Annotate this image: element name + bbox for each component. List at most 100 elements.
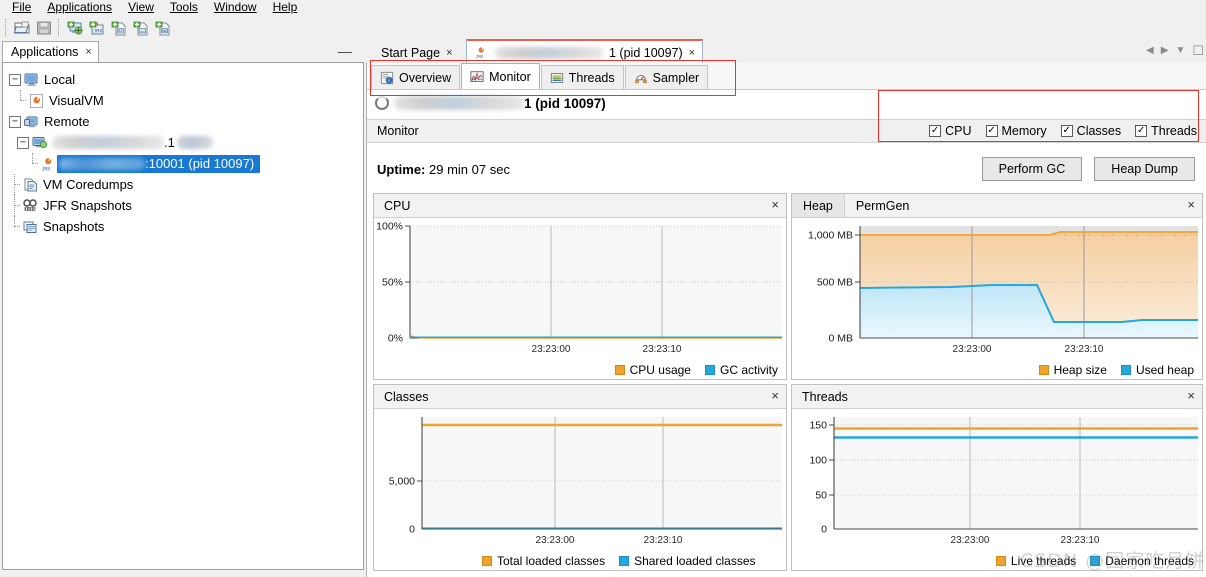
tab-sampler[interactable]: Sampler: [624, 65, 709, 89]
checkbox-cpu-label: CPU: [945, 124, 972, 138]
xtick-cpu-1: 23:23:00: [532, 344, 571, 355]
add-heap-dump-button[interactable]: [131, 18, 151, 38]
ytick-classes-0: 0: [409, 524, 415, 536]
checkbox-classes[interactable]: ✓ Classes: [1060, 124, 1122, 138]
heap-dump-button[interactable]: Heap Dump: [1094, 157, 1195, 181]
add-jmx-connection-icon: JMX: [89, 21, 104, 34]
threads-icon: [550, 71, 564, 85]
legend-swatch-blue: [619, 556, 630, 566]
tree-item-visualvm[interactable]: VisualVM: [5, 90, 363, 111]
uptime-value: 29 min 07 sec: [429, 161, 510, 177]
jmx-icon: JMX: [40, 156, 57, 172]
menu-item-window[interactable]: Window: [206, 0, 265, 15]
menu-item-help[interactable]: Help: [265, 0, 306, 15]
tree-item-jmx-application[interactable]: JMX :10001 (pid 10097): [5, 153, 363, 174]
legend-item-used-heap[interactable]: Used heap: [1120, 363, 1194, 377]
chart-tab-heap[interactable]: Heap: [792, 194, 845, 217]
tab-overview-label: Overview: [399, 70, 452, 85]
tab-threads[interactable]: Threads: [540, 65, 624, 89]
tab-applications[interactable]: Applications ×: [2, 41, 99, 62]
scroll-left-icon[interactable]: ◀: [1146, 45, 1154, 56]
tree-item-remote-host[interactable]: − .1: [5, 132, 363, 153]
checkbox-threads-box[interactable]: ✓: [1135, 125, 1148, 137]
close-icon[interactable]: ×: [771, 389, 779, 402]
expand-toggle-icon[interactable]: −: [17, 136, 29, 149]
legend-item-total-loaded-classes[interactable]: Total loaded classes: [482, 554, 605, 568]
svg-text:JMX: JMX: [42, 166, 51, 172]
tree-item-local[interactable]: − Local: [5, 69, 363, 90]
menu-item-applications[interactable]: Applications: [39, 0, 120, 15]
tree-item-local-label: Local: [44, 72, 76, 87]
menu-bar: File Applications View Tools Window Help: [0, 0, 1206, 15]
tab-overview[interactable]: i Overview: [371, 65, 461, 89]
add-remote-host-button[interactable]: [65, 18, 85, 38]
ytick-classes-5000: 5,000: [389, 476, 415, 488]
close-icon[interactable]: ×: [1187, 389, 1195, 402]
menu-item-file-label: File: [12, 0, 32, 14]
tree-selection[interactable]: :10001 (pid 10097): [57, 154, 261, 173]
tree-item-jfr-snapshots[interactable]: JFR Snapshots: [5, 195, 363, 216]
tab-monitor[interactable]: Monitor: [461, 63, 540, 89]
visualvm-icon: [28, 93, 45, 109]
checkbox-memory-box[interactable]: ✓: [985, 125, 998, 137]
chart-legend-classes: Total loaded classes Shared loaded class…: [482, 554, 756, 568]
tab-jmx-application[interactable]: JMX 1 (pid 10097) ×: [466, 39, 704, 64]
checkbox-classes-box[interactable]: ✓: [1060, 125, 1073, 137]
ytick-threads-50: 50: [815, 490, 827, 502]
legend-item-shared-loaded-classes[interactable]: Shared loaded classes: [619, 554, 756, 568]
legend-item-heap-size[interactable]: Heap size: [1038, 363, 1107, 377]
xtick-cpu-2: 23:23:10: [643, 344, 682, 355]
open-file-button[interactable]: [12, 18, 32, 38]
menu-item-view[interactable]: View: [120, 0, 162, 15]
uptime-text: Uptime: 29 min 07 sec: [377, 162, 510, 177]
application-header: 1 (pid 10097): [367, 90, 1206, 116]
tree-item-visualvm-label: VisualVM: [49, 93, 104, 108]
close-icon[interactable]: ×: [771, 198, 779, 211]
checkbox-memory-label: Memory: [1001, 124, 1047, 138]
chart-body-classes: 5,000 0 23:23:00 23:23:10 Total loaded c…: [374, 409, 786, 571]
chart-header-threads: Threads ×: [792, 385, 1202, 409]
scroll-right-icon[interactable]: ▶: [1161, 45, 1169, 56]
minimize-icon[interactable]: —: [338, 43, 352, 59]
legend-item-gc-activity[interactable]: GC activity: [704, 363, 778, 377]
add-thread-dump-button[interactable]: [153, 18, 173, 38]
close-icon[interactable]: ×: [446, 47, 452, 59]
main-toolbar: JMX 01: [0, 15, 1206, 40]
tab-start-page[interactable]: Start Page ×: [374, 41, 460, 64]
close-icon[interactable]: ×: [689, 47, 695, 59]
save-button[interactable]: [34, 18, 54, 38]
checkbox-threads[interactable]: ✓ Threads: [1135, 124, 1197, 138]
perform-gc-button[interactable]: Perform GC: [981, 157, 1083, 181]
tree-item-snapshots[interactable]: Snapshots: [5, 216, 363, 237]
checkbox-cpu-box[interactable]: ✓: [929, 125, 942, 137]
chart-plot-cpu: 100% 50% 0% 23:23:00 23:23:10: [376, 221, 782, 355]
add-remote-host-icon: [67, 21, 83, 34]
tab-sampler-label: Sampler: [652, 70, 700, 85]
watermark: CSDN @回家吃月饼: [1020, 550, 1206, 572]
tree-item-remote[interactable]: − Remote: [5, 111, 363, 132]
chart-body-heap: 1,000 MB 500 MB 0 MB 23:23:00 23:23:10 H…: [792, 218, 1202, 380]
add-jmx-connection-button[interactable]: JMX: [87, 18, 107, 38]
xtick-threads-1: 23:23:00: [951, 535, 990, 546]
maximize-icon[interactable]: ☐: [1192, 44, 1204, 57]
legend-item-cpu-usage[interactable]: CPU usage: [614, 363, 691, 377]
chevron-down-icon[interactable]: ▼: [1175, 45, 1185, 56]
chart-title-cpu: CPU: [384, 198, 411, 213]
legend-label-shared-loaded-classes: Shared loaded classes: [634, 554, 756, 568]
expand-toggle-icon[interactable]: −: [9, 115, 21, 128]
expand-toggle-icon[interactable]: −: [9, 73, 21, 86]
checkbox-memory[interactable]: ✓ Memory: [985, 124, 1047, 138]
checkbox-classes-label: Classes: [1076, 124, 1122, 138]
xtick-classes-2: 23:23:10: [644, 535, 683, 546]
close-icon[interactable]: ×: [85, 46, 91, 58]
checkbox-cpu[interactable]: ✓ CPU: [929, 124, 972, 138]
chart-legend-heap: Heap size Used heap: [1038, 363, 1194, 377]
menu-item-tools[interactable]: Tools: [162, 0, 206, 15]
chart-header-heap: Heap PermGen ×: [792, 194, 1202, 218]
add-vm-coredump-button[interactable]: 01: [109, 18, 129, 38]
tree-item-vm-coredumps[interactable]: VM Coredumps: [5, 174, 363, 195]
chart-tab-permgen[interactable]: PermGen: [844, 194, 921, 217]
menu-item-file[interactable]: File: [4, 0, 39, 15]
redacted-application-name: [394, 96, 524, 110]
close-icon[interactable]: ×: [1187, 198, 1195, 211]
